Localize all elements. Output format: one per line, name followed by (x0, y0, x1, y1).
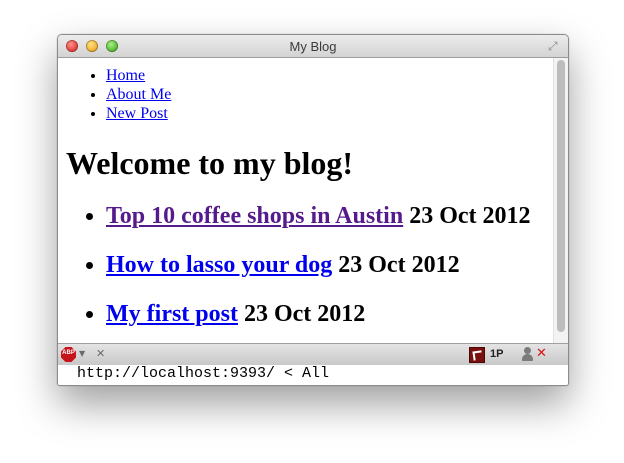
post-link[interactable]: How to lasso your dog (106, 252, 332, 278)
post-item: How to lasso your dog 23 Oct 2012 (106, 251, 531, 279)
nav-link-home[interactable]: Home (106, 67, 145, 84)
page-title: Welcome to my blog! (66, 145, 354, 181)
post-link[interactable]: Top 10 coffee shops in Austin (106, 203, 403, 229)
post-item: Top 10 coffee shops in Austin 23 Oct 201… (106, 202, 531, 230)
post-date: 23 Oct 2012 (409, 203, 531, 229)
browser-window: My Blog ⤢ Home About Me New Post Welcome… (57, 34, 569, 386)
nav-item-home: Home (106, 66, 171, 85)
window-title: My Blog (289, 39, 337, 54)
scrollbar-thumb[interactable] (557, 60, 565, 332)
page-content: Home About Me New Post Welcome to my blo… (58, 58, 554, 343)
post-item: My first post 23 Oct 2012 (106, 300, 531, 328)
chevron-down-icon[interactable]: ▼ (79, 349, 85, 358)
post-date: 23 Oct 2012 (338, 252, 460, 278)
onep-label[interactable]: 1P (490, 348, 503, 360)
flag-icon[interactable] (469, 347, 485, 363)
adblock-label: ABP (62, 350, 75, 356)
adblock-icon[interactable]: ABP (61, 347, 76, 362)
red-x-icon[interactable]: ✕ (536, 347, 547, 360)
url-status-line: http://localhost:9393/ < All (58, 365, 568, 385)
person-icon[interactable] (521, 347, 533, 361)
nav-item-new-post: New Post (106, 104, 171, 123)
nav-list: Home About Me New Post (106, 66, 171, 123)
close-icon[interactable]: ✕ (96, 347, 105, 360)
nav-item-about: About Me (106, 85, 171, 104)
post-date: 23 Oct 2012 (243, 301, 366, 327)
fullscreen-icon[interactable]: ⤢ (548, 39, 562, 53)
post-list: Top 10 coffee shops in Austin 23 Oct 201… (106, 202, 531, 343)
nav-link-about[interactable]: About Me (106, 86, 171, 103)
vertical-scrollbar[interactable] (553, 58, 568, 343)
status-bar: ABP ▼ ✕ 1P ✕ (58, 343, 568, 366)
nav-link-new-post[interactable]: New Post (106, 105, 168, 122)
post-link[interactable]: My first post (106, 301, 238, 327)
title-bar: My Blog ⤢ (58, 35, 568, 58)
